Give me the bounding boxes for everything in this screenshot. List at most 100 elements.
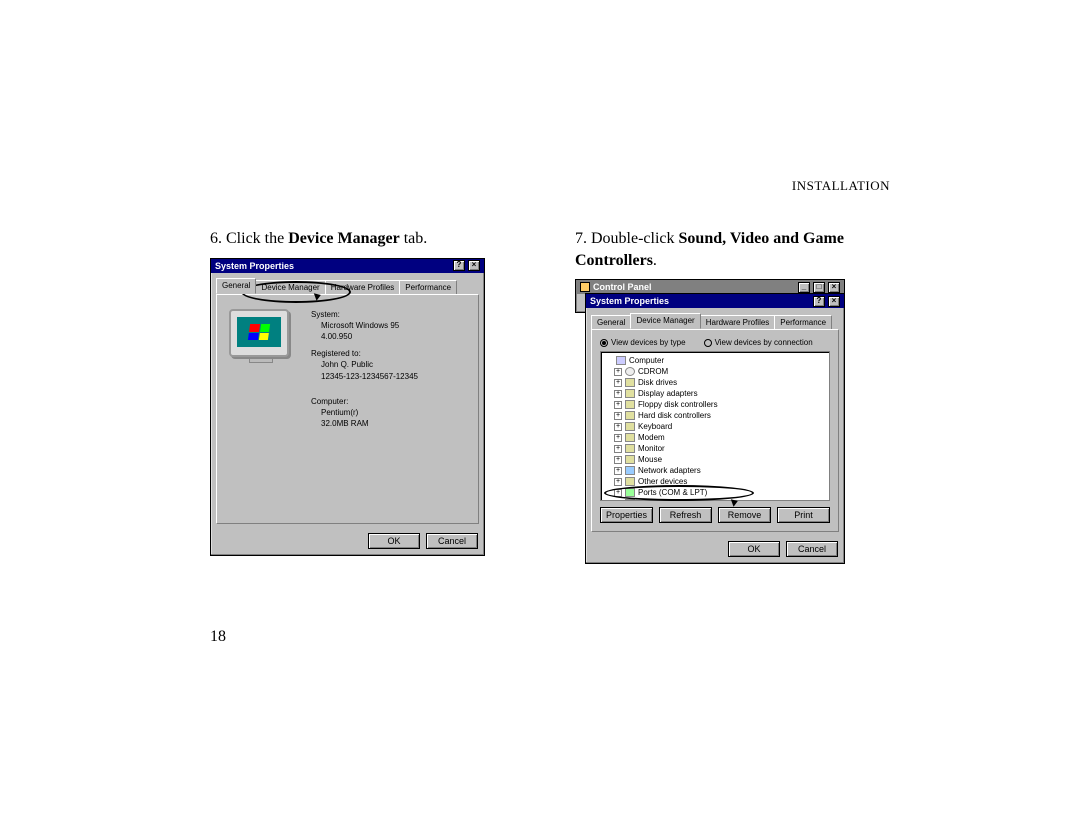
radio-by-type[interactable]: View devices by type [600, 338, 686, 347]
step-pre: Double-click [591, 230, 679, 247]
expander-icon[interactable]: + [614, 390, 622, 398]
cancel-button[interactable]: Cancel [786, 541, 838, 557]
help-button[interactable]: ? [453, 260, 465, 271]
cp-title: Control Panel [593, 282, 652, 292]
system-line: 4.00.950 [321, 331, 418, 342]
expander-icon[interactable]: + [614, 412, 622, 420]
tree-item[interactable]: + Disk drives [604, 377, 826, 388]
tree-item[interactable]: + Display adapters [604, 388, 826, 399]
device-icon [625, 466, 635, 475]
view-mode-radios: View devices by type View devices by con… [600, 338, 830, 347]
device-tree[interactable]: Computer+CDROM+Disk drives+Display adapt… [600, 351, 830, 501]
tree-item-label: Network adapters [638, 466, 701, 475]
tree-item[interactable]: +CDROM [604, 366, 826, 377]
tree-item-label: SCSI controllers [638, 499, 696, 501]
titlebar: System Properties ? × [586, 294, 844, 308]
expander-icon[interactable]: + [614, 401, 622, 409]
cancel-button[interactable]: Cancel [426, 533, 478, 549]
system-info: System: Microsoft Windows 95 4.00.950 Re… [311, 303, 418, 430]
device-icon [625, 411, 635, 420]
tree-item-label: Disk drives [638, 378, 677, 387]
cp-icon [580, 282, 590, 292]
expander-icon[interactable]: + [614, 467, 622, 475]
refresh-button[interactable]: Refresh [659, 507, 712, 523]
tab-device-manager[interactable]: Device Manager [255, 280, 325, 294]
device-icon [625, 367, 635, 376]
tab-hardware-profiles[interactable]: Hardware Profiles [700, 315, 776, 329]
tab-hardware-profiles[interactable]: Hardware Profiles [325, 280, 401, 294]
device-icon [625, 444, 635, 453]
system-label: System: [311, 309, 418, 320]
expander-icon[interactable]: + [614, 434, 622, 442]
tree-item[interactable]: Computer [604, 355, 826, 366]
tab-strip: General Device Manager Hardware Profiles… [591, 313, 839, 329]
expander-icon[interactable]: + [614, 368, 622, 376]
computer-line: 32.0MB RAM [321, 418, 418, 429]
device-icon [625, 378, 635, 387]
expander-icon[interactable]: + [614, 500, 622, 502]
computer-icon [229, 309, 293, 369]
tree-item-label: Modem [638, 433, 665, 442]
device-icon [625, 455, 635, 464]
tree-item[interactable]: +Ports (COM & LPT) [604, 487, 826, 498]
device-icon [625, 477, 635, 486]
tab-performance[interactable]: Performance [399, 280, 457, 294]
tree-item-label: Keyboard [638, 422, 672, 431]
tree-item-label: Display adapters [638, 389, 698, 398]
tree-item-label: Floppy disk controllers [638, 400, 718, 409]
step-num: 7. [575, 230, 587, 247]
step-6-text: 6. Click the Device Manager tab. [210, 228, 525, 250]
tree-item[interactable]: + Hard disk controllers [604, 410, 826, 421]
minimize-button[interactable]: _ [798, 282, 810, 293]
tree-item[interactable]: +Mouse [604, 454, 826, 465]
tree-item-label: Hard disk controllers [638, 411, 711, 420]
computer-label: Computer: [311, 396, 418, 407]
print-button[interactable]: Print [777, 507, 830, 523]
tab-performance[interactable]: Performance [774, 315, 832, 329]
section-header: INSTALLATION [792, 178, 890, 194]
remove-button[interactable]: Remove [718, 507, 771, 523]
tree-item[interactable]: + Modem [604, 432, 826, 443]
computer-line: Pentium(r) [321, 407, 418, 418]
maximize-button[interactable]: □ [813, 282, 825, 293]
device-icon [625, 422, 635, 431]
system-properties-dialog-devmgr: System Properties ? × General Device Man… [585, 293, 845, 564]
close-button[interactable]: × [468, 260, 480, 271]
expander-icon[interactable]: + [614, 423, 622, 431]
system-properties-dialog-general: System Properties ? × General Device Man… [210, 258, 485, 556]
tree-item[interactable]: + SCSI controllers [604, 498, 826, 501]
tab-device-manager[interactable]: Device Manager [630, 313, 700, 329]
tree-item[interactable]: + Keyboard [604, 421, 826, 432]
step-7-text: 7. Double-click Sound, Video and Game Co… [575, 228, 890, 271]
tree-item[interactable]: +Other devices [604, 476, 826, 487]
expander-icon[interactable]: + [614, 489, 622, 497]
expander-icon[interactable]: + [614, 478, 622, 486]
tab-strip: General Device Manager Hardware Profiles… [216, 278, 479, 294]
registered-line: 12345-123-1234567-12345 [321, 371, 418, 382]
device-icon [616, 356, 626, 365]
ok-button[interactable]: OK [728, 541, 780, 557]
registered-line: John Q. Public [321, 359, 418, 370]
expander-icon[interactable]: + [614, 445, 622, 453]
close-button[interactable]: × [828, 282, 840, 293]
tab-general[interactable]: General [216, 278, 256, 294]
expander-icon[interactable]: + [614, 379, 622, 387]
device-icon [625, 400, 635, 409]
system-line: Microsoft Windows 95 [321, 320, 418, 331]
titlebar: System Properties ? × [211, 259, 484, 273]
tree-item[interactable]: + Network adapters [604, 465, 826, 476]
device-icon [625, 488, 635, 497]
radio-by-connection[interactable]: View devices by connection [704, 338, 813, 347]
tab-general[interactable]: General [591, 315, 631, 329]
close-button[interactable]: × [828, 296, 840, 307]
step-num: 6. [210, 230, 222, 247]
page-number: 18 [210, 628, 226, 646]
tree-item-label: Monitor [638, 444, 665, 453]
tree-item-label: Computer [629, 356, 664, 365]
help-button[interactable]: ? [813, 296, 825, 307]
tree-item[interactable]: + Floppy disk controllers [604, 399, 826, 410]
properties-button[interactable]: Properties [600, 507, 653, 523]
expander-icon[interactable]: + [614, 456, 622, 464]
tree-item[interactable]: + Monitor [604, 443, 826, 454]
ok-button[interactable]: OK [368, 533, 420, 549]
